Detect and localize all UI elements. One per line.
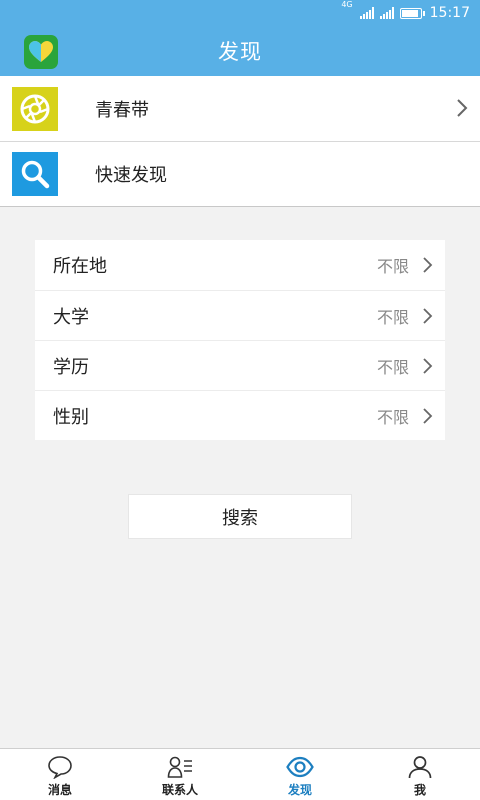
tab-label: 我: [413, 783, 426, 797]
filter-value: 不限: [376, 407, 409, 427]
tab-messages[interactable]: 消息: [0, 749, 120, 800]
clock: 15:17: [429, 5, 470, 21]
top-navbar: 发现: [0, 26, 480, 76]
filter-row-location[interactable]: 所在地 不限: [35, 240, 445, 290]
contacts-icon: [166, 754, 194, 780]
eye-icon: [286, 754, 314, 780]
discover-entry-list: 青春带 快速发现: [0, 76, 480, 206]
filter-row-education[interactable]: 学历 不限: [35, 340, 445, 390]
entry-label: 快速发现: [95, 165, 167, 186]
filter-value: 不限: [376, 307, 409, 327]
tab-contacts[interactable]: 联系人: [120, 749, 240, 800]
status-bar: 4G 15:17: [0, 0, 480, 26]
battery-icon: [399, 7, 425, 19]
heart-logo-icon[interactable]: [24, 35, 58, 69]
battery-level: [401, 9, 418, 17]
chevron-right-icon: [422, 357, 433, 379]
filter-row-gender[interactable]: 性别 不限: [35, 390, 445, 440]
chevron-right-icon: [456, 98, 468, 122]
person-icon: [406, 754, 434, 780]
filter-row-university[interactable]: 大学 不限: [35, 290, 445, 340]
bottom-tab-bar: 消息 联系人 发现 我: [0, 748, 480, 800]
tab-me[interactable]: 我: [360, 749, 480, 800]
tab-label: 发现: [287, 783, 312, 797]
signal-icon-2: [379, 7, 394, 19]
chat-bubble-icon: [46, 754, 74, 780]
network-type: 4G: [341, 0, 353, 9]
entry-label: 青春带: [95, 99, 149, 121]
filter-label: 学历: [53, 356, 89, 378]
page-title: 发现: [218, 40, 262, 64]
entry-youth-band[interactable]: 青春带: [0, 76, 480, 141]
tab-label: 联系人: [161, 783, 198, 797]
tab-discover[interactable]: 发现: [240, 749, 360, 800]
filter-value: 不限: [376, 257, 409, 276]
chevron-right-icon: [422, 407, 433, 429]
filter-card: 所在地 不限 大学 不限 学历 不限 性别 不限: [35, 240, 445, 440]
search-icon: [12, 152, 58, 196]
filter-label: 性别: [53, 406, 89, 428]
signal-icon: [359, 7, 374, 19]
filter-value: 不限: [376, 357, 409, 377]
filter-label: 大学: [53, 306, 89, 328]
aperture-icon: [12, 86, 58, 131]
entry-quick-discover[interactable]: 快速发现: [0, 141, 480, 206]
chevron-right-icon: [422, 256, 433, 278]
chevron-right-icon: [422, 307, 433, 329]
search-button[interactable]: 搜索: [128, 494, 352, 539]
tab-label: 消息: [47, 783, 72, 797]
divider: [0, 206, 480, 207]
filter-label: 所在地: [53, 256, 107, 277]
